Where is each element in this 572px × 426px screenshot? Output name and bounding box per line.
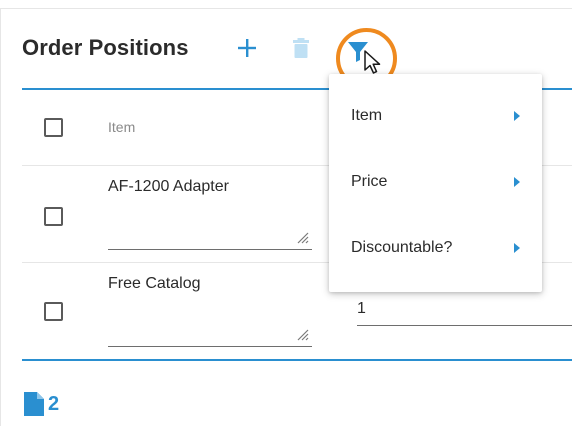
order-positions-panel: Order Positions Item AF-1200 Adapter Fre…: [0, 0, 572, 426]
delete-button[interactable]: [290, 30, 312, 66]
submenu-arrow-icon: [514, 111, 520, 121]
select-all-checkbox[interactable]: [44, 118, 63, 137]
resize-handle-icon[interactable]: [295, 230, 309, 244]
panel-left-border: [0, 8, 1, 426]
filter-menu-item-price[interactable]: Price: [329, 150, 542, 214]
table-bottom-divider: [22, 359, 572, 361]
record-count: 2: [24, 392, 59, 416]
row-quantity-field-underline: [357, 325, 572, 326]
document-icon: [24, 392, 44, 416]
filter-menu-item-item[interactable]: Item: [329, 84, 542, 148]
record-count-value: 2: [48, 392, 60, 415]
panel-header: Order Positions: [22, 30, 189, 66]
panel-top-border: [0, 8, 572, 9]
filter-menu-item-label: Discountable?: [351, 239, 453, 256]
resize-handle-icon[interactable]: [295, 327, 309, 341]
page-title: Order Positions: [22, 35, 189, 60]
column-header-item[interactable]: Item: [108, 119, 135, 135]
row-item-field-underline: [108, 346, 312, 347]
row-quantity-value[interactable]: 1: [357, 300, 366, 318]
row-item-text[interactable]: AF-1200 Adapter: [108, 178, 229, 196]
filter-menu: Item Price Discountable?: [329, 74, 542, 292]
submenu-arrow-icon: [514, 177, 520, 187]
filter-menu-item-discountable[interactable]: Discountable?: [329, 216, 542, 280]
filter-menu-item-label: Item: [351, 107, 383, 124]
row-item-field-underline: [108, 249, 312, 250]
filter-menu-item-label: Price: [351, 173, 388, 190]
row-checkbox[interactable]: [44, 302, 63, 321]
row-checkbox[interactable]: [44, 207, 63, 226]
trash-icon: [293, 38, 309, 58]
submenu-arrow-icon: [514, 243, 520, 253]
add-button[interactable]: [234, 30, 260, 66]
row-item-text[interactable]: Free Catalog: [108, 275, 201, 293]
plus-icon: [238, 39, 256, 57]
